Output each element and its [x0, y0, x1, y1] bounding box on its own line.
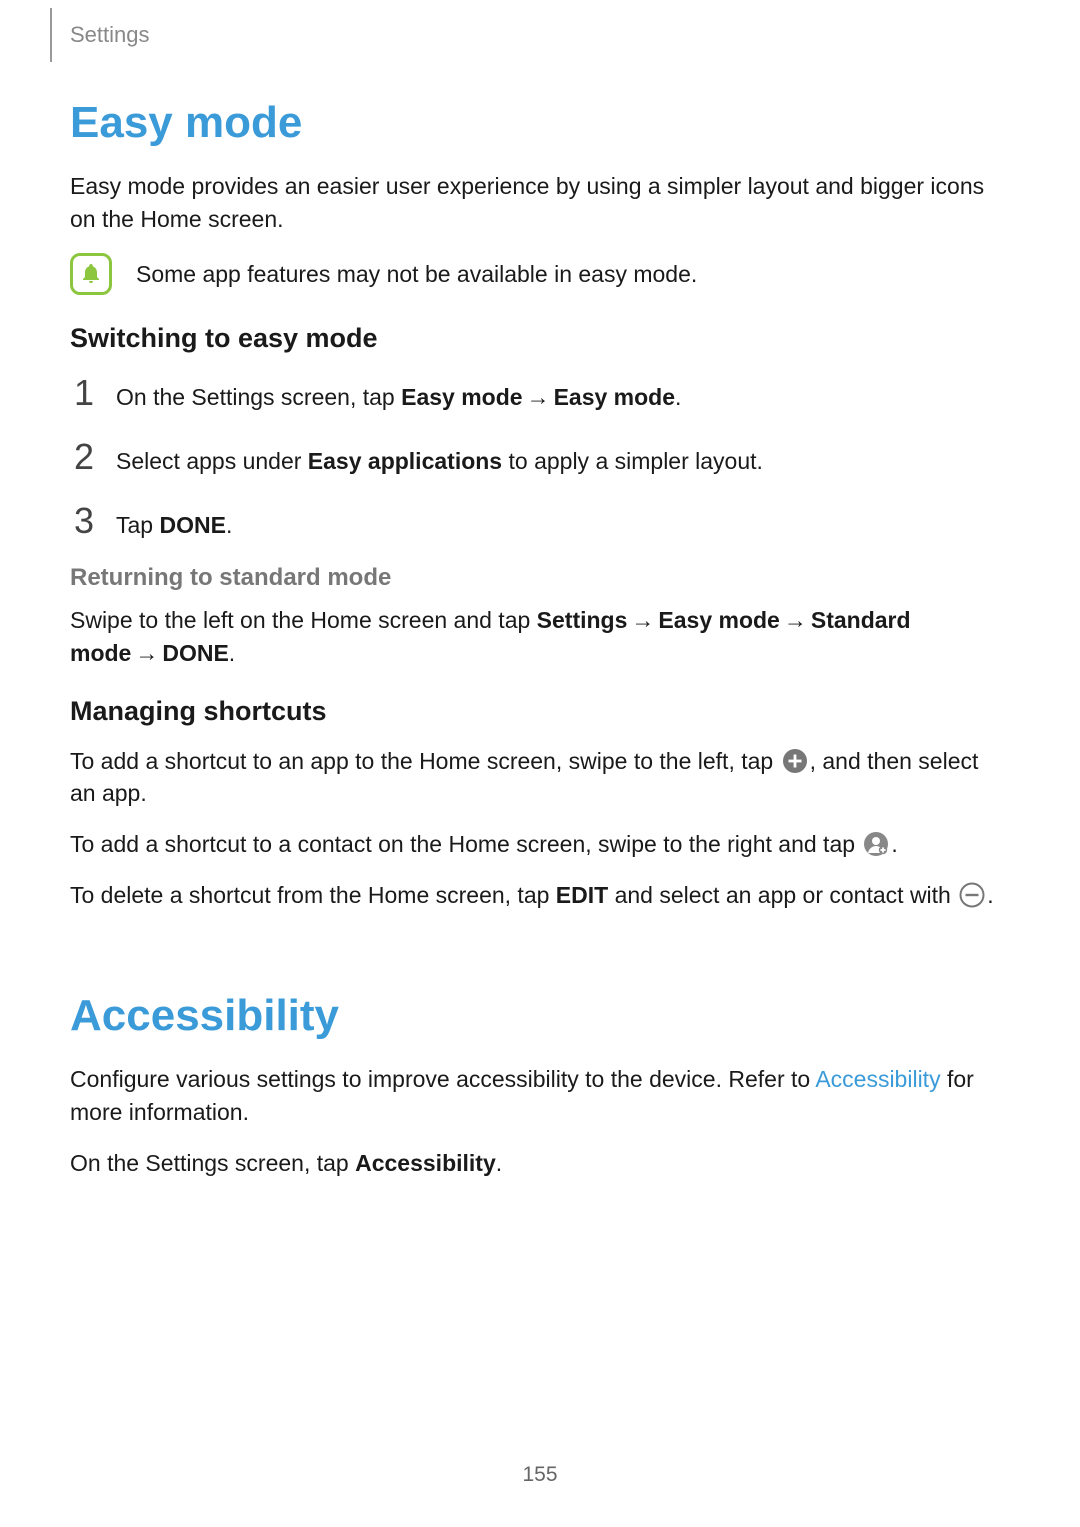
- minus-circle-icon: [959, 882, 985, 908]
- bold: Easy mode: [554, 384, 675, 410]
- text: To delete a shortcut from the Home scree…: [70, 882, 556, 908]
- heading-easy-mode: Easy mode: [70, 98, 1010, 148]
- bold: DONE: [159, 512, 225, 538]
- managing-p1: To add a shortcut to an app to the Home …: [70, 745, 1010, 810]
- text: To add a shortcut to an app to the Home …: [70, 748, 780, 774]
- bold: Settings: [537, 607, 628, 633]
- plus-circle-icon: [782, 748, 808, 774]
- returning-text: Swipe to the left on the Home screen and…: [70, 604, 1010, 669]
- easy-mode-intro: Easy mode provides an easier user experi…: [70, 170, 1010, 235]
- managing-p2: To add a shortcut to a contact on the Ho…: [70, 828, 1010, 861]
- step-text: Select apps under Easy applications to a…: [116, 445, 763, 477]
- bold: Easy mode: [401, 384, 522, 410]
- step-text: Tap DONE.: [116, 509, 232, 541]
- accessibility-link[interactable]: Accessibility: [815, 1066, 940, 1092]
- text: Select apps under: [116, 448, 308, 474]
- bold: Easy applications: [308, 448, 502, 474]
- notice-bell-icon: [70, 253, 112, 295]
- text: Tap: [116, 512, 159, 538]
- breadcrumb: Settings: [50, 0, 150, 70]
- step-text: On the Settings screen, tap Easy mode→Ea…: [116, 381, 681, 413]
- text: On the Settings screen, tap: [116, 384, 401, 410]
- step-1: 1 On the Settings screen, tap Easy mode→…: [70, 372, 1010, 414]
- arrow-icon: →: [523, 384, 554, 410]
- text: .: [496, 1150, 502, 1176]
- text: .: [675, 384, 681, 410]
- arrow-icon: →: [780, 607, 811, 633]
- step-number: 3: [70, 500, 98, 542]
- breadcrumb-text: Settings: [70, 22, 150, 48]
- note-text: Some app features may not be available i…: [136, 258, 697, 290]
- bold: DONE: [162, 640, 228, 666]
- text: To add a shortcut to a contact on the Ho…: [70, 831, 861, 857]
- step-3: 3 Tap DONE.: [70, 500, 1010, 542]
- bold: Easy mode: [658, 607, 779, 633]
- arrow-icon: →: [627, 607, 658, 633]
- text: On the Settings screen, tap: [70, 1150, 355, 1176]
- step-number: 2: [70, 436, 98, 478]
- bold: Accessibility: [355, 1150, 496, 1176]
- arrow-icon: →: [131, 640, 162, 666]
- content: Easy mode Easy mode provides an easier u…: [70, 0, 1010, 1179]
- text: .: [891, 831, 897, 857]
- accessibility-p2: On the Settings screen, tap Accessibilit…: [70, 1147, 1010, 1180]
- breadcrumb-divider: [50, 8, 52, 62]
- heading-accessibility: Accessibility: [70, 991, 1010, 1041]
- text: and select an app or contact with: [608, 882, 957, 908]
- step-2: 2 Select apps under Easy applications to…: [70, 436, 1010, 478]
- page: Settings Easy mode Easy mode provides an…: [0, 0, 1080, 1527]
- text: .: [229, 640, 235, 666]
- heading-returning: Returning to standard mode: [70, 564, 1010, 592]
- accessibility-p1: Configure various settings to improve ac…: [70, 1063, 1010, 1128]
- heading-switching: Switching to easy mode: [70, 323, 1010, 354]
- spacer: [70, 929, 1010, 991]
- text: Swipe to the left on the Home screen and…: [70, 607, 537, 633]
- step-number: 1: [70, 372, 98, 414]
- text: to apply a simpler layout.: [502, 448, 763, 474]
- bold: EDIT: [556, 882, 608, 908]
- text: .: [987, 882, 993, 908]
- note-row: Some app features may not be available i…: [70, 253, 1010, 295]
- heading-managing: Managing shortcuts: [70, 696, 1010, 727]
- page-number: 155: [0, 1463, 1080, 1487]
- managing-p3: To delete a shortcut from the Home scree…: [70, 879, 1010, 912]
- add-contact-icon: [863, 831, 889, 857]
- text: .: [226, 512, 232, 538]
- text: Configure various settings to improve ac…: [70, 1066, 815, 1092]
